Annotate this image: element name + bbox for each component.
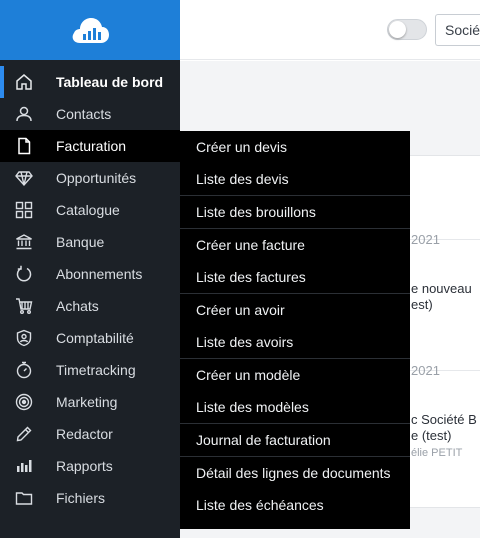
sidebar-item-label: Redactor [56, 426, 113, 442]
badge-icon [15, 329, 33, 347]
menu-item-liste-factures[interactable]: Liste des factures [180, 261, 410, 293]
mode-toggle[interactable] [387, 19, 427, 40]
sidebar-item-catalogue[interactable]: Catalogue [0, 194, 180, 226]
menu-item-journal-facturation[interactable]: Journal de facturation [180, 424, 410, 456]
bar-chart-icon [15, 457, 33, 475]
pencil-icon [15, 425, 33, 443]
menu-item-creer-avoir[interactable]: Créer un avoir [180, 294, 410, 326]
menu-item-creer-devis[interactable]: Créer un devis [180, 131, 410, 163]
sidebar-item-fichiers[interactable]: Fichiers [0, 482, 180, 514]
menu-item-detail-lignes-documents[interactable]: Détail des lignes de documents [180, 457, 410, 489]
home-icon [15, 73, 33, 91]
sidebar-item-facturation[interactable]: Facturation [0, 130, 180, 162]
sidebar-nav: Tableau de bord Contacts Facturation Opp… [0, 66, 180, 514]
bank-icon [15, 233, 33, 251]
sidebar-item-label: Comptabilité [56, 330, 134, 346]
menu-item-liste-modeles[interactable]: Liste des modèles [180, 391, 410, 423]
sidebar-item-label: Banque [56, 234, 105, 250]
document-icon [15, 137, 33, 155]
activity-title[interactable]: c Société B [411, 412, 477, 427]
activity-subtitle: e (test) [411, 428, 452, 443]
sidebar-item-label: Rapports [56, 458, 113, 474]
sidebar-item-timetracking[interactable]: Timetracking [0, 354, 180, 386]
sidebar-item-label: Abonnements [56, 266, 143, 282]
user-icon [15, 105, 33, 123]
sidebar-item-label: Timetracking [56, 362, 136, 378]
menu-item-creer-facture[interactable]: Créer une facture [180, 229, 410, 261]
sidebar-item-abonnements[interactable]: Abonnements [0, 258, 180, 290]
menu-item-liste-echeances[interactable]: Liste des échéances [180, 489, 410, 521]
sidebar-item-contacts[interactable]: Contacts [0, 98, 180, 130]
sidebar-item-label: Fichiers [56, 490, 106, 506]
topbar: Sociét [180, 0, 480, 60]
folder-icon [15, 489, 33, 507]
sidebar-item-marketing[interactable]: Marketing [0, 386, 180, 418]
sidebar-item-banque[interactable]: Banque [0, 226, 180, 258]
cart-icon [15, 297, 33, 315]
menu-item-liste-avoirs[interactable]: Liste des avoirs [180, 326, 410, 358]
sidebar-item-label: Facturation [56, 138, 127, 154]
activity-date: 2021 [411, 363, 440, 378]
activity-author: élie PETIT [411, 447, 463, 459]
sidebar-item-label: Opportunités [56, 170, 137, 186]
sidebar-item-tableau-de-bord[interactable]: Tableau de bord [0, 66, 180, 98]
stopwatch-icon [15, 361, 33, 379]
menu-item-liste-brouillons[interactable]: Liste des brouillons [180, 196, 410, 228]
sidebar-item-opportunites[interactable]: Opportunités [0, 162, 180, 194]
menu-item-liste-devis[interactable]: Liste des devis [180, 163, 410, 195]
sidebar-item-label: Achats [56, 298, 99, 314]
facturation-submenu: Créer un devis Liste des devis Liste des… [180, 131, 410, 529]
sidebar-item-rapports[interactable]: Rapports [0, 450, 180, 482]
sidebar: Tableau de bord Contacts Facturation Opp… [0, 0, 180, 538]
target-icon [15, 393, 33, 411]
sidebar-item-label: Catalogue [56, 202, 120, 218]
menu-item-creer-modele[interactable]: Créer un modèle [180, 359, 410, 391]
sidebar-item-comptabilite[interactable]: Comptabilité [0, 322, 180, 354]
diamond-icon [15, 169, 33, 187]
sidebar-item-redactor[interactable]: Redactor [0, 418, 180, 450]
sidebar-item-achats[interactable]: Achats [0, 290, 180, 322]
cloud-chart-logo-icon [70, 15, 110, 45]
grid-icon [15, 201, 33, 219]
activity-title[interactable]: e nouveau [411, 281, 472, 296]
activity-date: 2021 [411, 232, 440, 247]
company-select[interactable]: Sociét [435, 14, 480, 46]
sidebar-item-label: Contacts [56, 106, 112, 122]
brand-header[interactable] [0, 0, 180, 60]
sidebar-item-label: Marketing [56, 394, 118, 410]
sidebar-item-label: Tableau de bord [56, 74, 164, 90]
activity-subtitle: est) [411, 297, 433, 312]
refresh-icon [15, 265, 33, 283]
